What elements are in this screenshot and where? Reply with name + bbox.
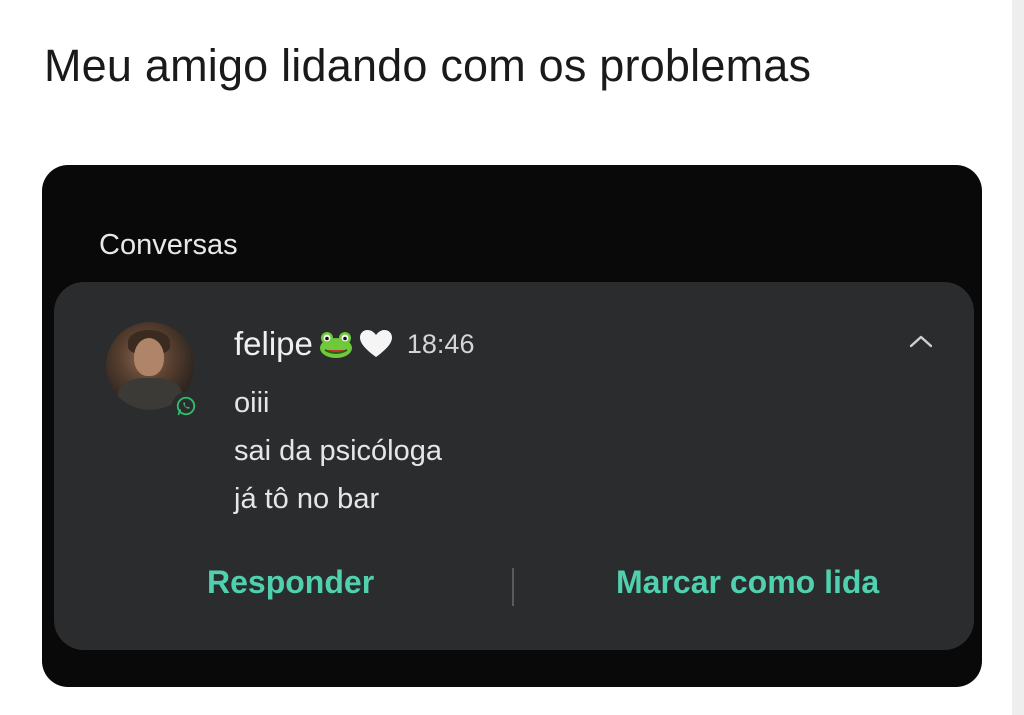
meme-page: Meu amigo lidando com os problemas Conve…: [0, 0, 1024, 715]
section-label: Conversas: [99, 229, 238, 261]
meme-caption: Meu amigo lidando com os problemas: [44, 40, 812, 91]
reply-button[interactable]: Responder: [207, 564, 374, 601]
frog-emoji-icon: [317, 329, 355, 359]
sender-row: felipe 18:46: [234, 322, 474, 366]
sender-name: felipe: [234, 325, 313, 362]
notification-screenshot: Conversas felipe 18:46 oiii sai da psicó…: [42, 165, 982, 687]
white-heart-emoji-icon: [359, 329, 393, 359]
page-edge: [1012, 0, 1024, 715]
whatsapp-icon: [172, 392, 200, 420]
notification-card[interactable]: felipe 18:46 oiii sai da psicóloga já tô…: [54, 282, 974, 650]
notification-time: 18:46: [406, 328, 475, 359]
chevron-up-icon[interactable]: [908, 332, 934, 350]
action-divider: [512, 568, 514, 606]
message-line: sai da psicóloga: [234, 435, 442, 467]
mark-as-read-button[interactable]: Marcar como lida: [616, 564, 879, 601]
message-line: oiii: [234, 387, 270, 419]
message-line: já tô no bar: [234, 483, 380, 515]
